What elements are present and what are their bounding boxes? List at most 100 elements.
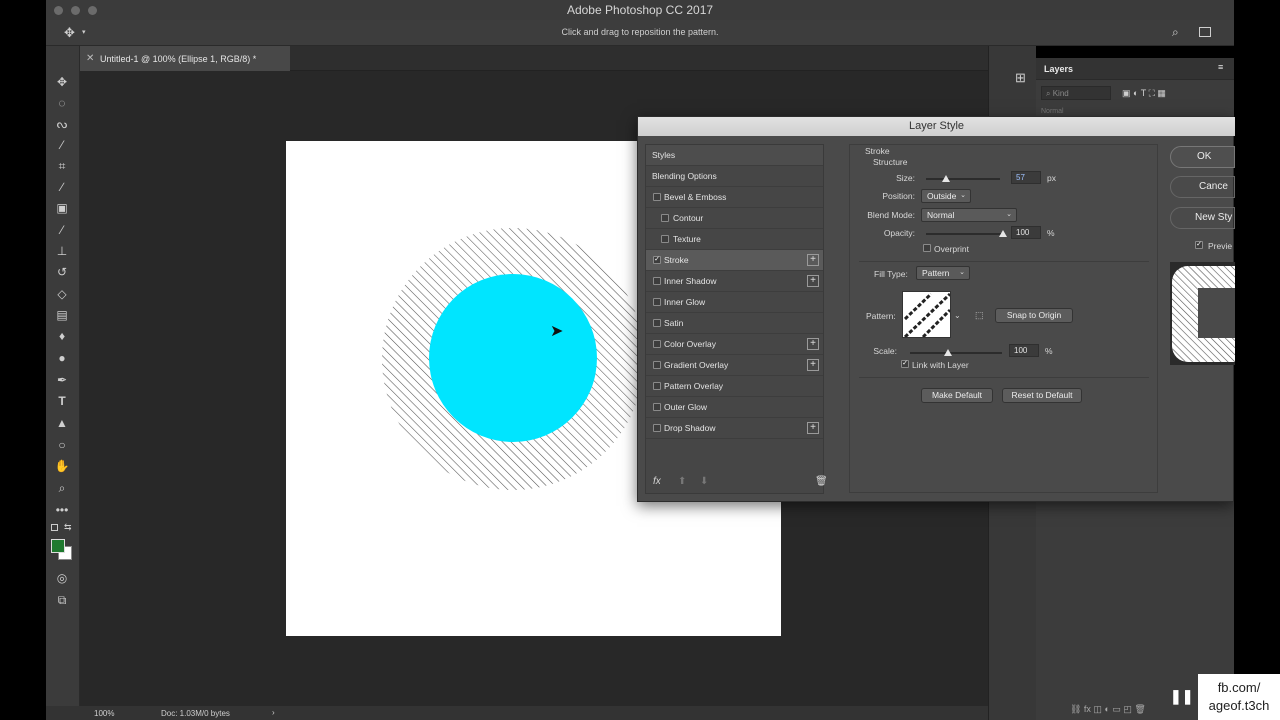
style-item-pattern-overlay[interactable]: Pattern Overlay — [646, 376, 823, 397]
fill-type-dropdown[interactable]: Pattern ⌄ — [916, 266, 970, 280]
history-brush-tool-icon[interactable]: ↺ — [53, 264, 71, 280]
style-item-gradient-overlay[interactable]: Gradient Overlay + — [646, 355, 823, 376]
pattern-swatch[interactable] — [902, 291, 951, 338]
add-color-overlay-icon[interactable]: + — [807, 338, 819, 350]
add-inner-shadow-icon[interactable]: + — [807, 275, 819, 287]
close-icon[interactable]: ✕ — [86, 53, 94, 64]
blend-mode-dropdown[interactable]: Normal ⌄ — [921, 208, 1017, 222]
style-item-contour[interactable]: Contour — [646, 208, 823, 229]
panel-menu-icon[interactable]: ≡ — [1218, 62, 1223, 72]
layer-footer-icons[interactable]: ⛓ fx ◫ ◐ ▭ ◰ 🗑 — [1070, 704, 1146, 715]
swap-colors-icon[interactable]: ⇆ — [64, 522, 72, 533]
ellipse-tool-icon[interactable]: ○ — [53, 437, 71, 453]
checkbox[interactable] — [653, 298, 661, 306]
opacity-slider[interactable] — [926, 233, 1002, 235]
type-tool-icon[interactable]: T — [53, 393, 71, 409]
properties-panel-icon[interactable]: ⊞ — [1015, 70, 1026, 86]
foreground-color-swatch[interactable] — [51, 539, 65, 553]
style-item-inner-shadow[interactable]: Inner Shadow + — [646, 271, 823, 292]
trash-icon[interactable]: 🗑 — [815, 476, 828, 487]
checkbox[interactable] — [653, 277, 661, 285]
fx-button[interactable]: fx — [653, 476, 661, 487]
position-dropdown[interactable]: Outside ⌄ — [921, 189, 971, 203]
marquee-tool-icon[interactable]: ◌ — [53, 95, 71, 111]
size-slider-thumb[interactable] — [942, 175, 950, 182]
move-tool-icon[interactable]: ✥ — [53, 74, 71, 90]
scale-slider[interactable] — [910, 352, 1002, 354]
gradient-tool-icon[interactable]: ▤ — [53, 307, 71, 323]
checkbox[interactable] — [653, 319, 661, 327]
workspace-icon[interactable] — [1199, 27, 1211, 37]
screen-mode-icon[interactable]: ⧉ — [53, 592, 71, 608]
dodge-tool-icon[interactable]: ● — [53, 350, 71, 366]
eraser-tool-icon[interactable]: ◇ — [53, 286, 71, 302]
lasso-tool-icon[interactable]: ᔓ — [53, 116, 71, 132]
style-item-drop-shadow[interactable]: Drop Shadow + — [646, 418, 823, 439]
checkbox[interactable] — [661, 235, 669, 243]
hand-tool-icon[interactable]: ✋ — [53, 458, 71, 474]
reset-to-default-button[interactable]: Reset to Default — [1002, 388, 1082, 403]
pen-tool-icon[interactable]: ✒ — [53, 372, 71, 388]
layers-panel-title[interactable]: Layers — [1044, 64, 1073, 74]
move-down-icon[interactable]: ⬇ — [700, 476, 708, 487]
style-item-color-overlay[interactable]: Color Overlay + — [646, 334, 823, 355]
move-up-icon[interactable]: ⬆ — [678, 476, 686, 487]
styles-header[interactable]: Styles — [646, 145, 823, 166]
opacity-slider-thumb[interactable] — [999, 230, 1007, 237]
clone-stamp-tool-icon[interactable]: ⊥ — [53, 243, 71, 259]
layer-filter-kind[interactable]: ⌕ Kind — [1041, 86, 1111, 100]
more-tools-icon[interactable]: ••• — [53, 502, 71, 518]
quick-mask-icon[interactable]: ◎ — [53, 570, 71, 586]
crop-tool-icon[interactable]: ⌗ — [53, 158, 71, 174]
scale-slider-thumb[interactable] — [944, 349, 952, 356]
size-input[interactable]: 57 — [1011, 171, 1041, 184]
magic-wand-tool-icon[interactable]: ⁄ — [53, 137, 71, 153]
zoom-level[interactable]: 100% — [94, 709, 114, 718]
preview-checkbox[interactable]: ✓ — [1195, 241, 1203, 249]
make-default-button[interactable]: Make Default — [921, 388, 993, 403]
style-item-outer-glow[interactable]: Outer Glow — [646, 397, 823, 418]
scale-input[interactable]: 100 — [1009, 344, 1039, 357]
opacity-input[interactable]: 100 — [1011, 226, 1041, 239]
checkbox[interactable] — [653, 193, 661, 201]
structure-label: Structure — [873, 157, 908, 167]
zoom-tool-icon[interactable]: ⌕ — [53, 480, 71, 496]
style-item-texture[interactable]: Texture — [646, 229, 823, 250]
new-style-button[interactable]: New Sty — [1170, 207, 1235, 229]
cancel-button[interactable]: Cance — [1170, 176, 1235, 198]
snap-to-origin-button[interactable]: Snap to Origin — [995, 308, 1073, 323]
add-stroke-icon[interactable]: + — [807, 254, 819, 266]
checkbox[interactable] — [661, 214, 669, 222]
checkbox[interactable] — [653, 361, 661, 369]
size-slider[interactable] — [926, 178, 1000, 180]
pause-icon[interactable]: ❚❚ — [1170, 688, 1193, 706]
style-item-inner-glow[interactable]: Inner Glow — [646, 292, 823, 313]
search-icon[interactable]: ⌕ — [1172, 25, 1179, 40]
pattern-picker-chevron-icon[interactable]: ⌄ — [954, 311, 961, 320]
healing-brush-tool-icon[interactable]: ▣ — [53, 200, 71, 216]
add-drop-shadow-icon[interactable]: + — [807, 422, 819, 434]
default-colors-icon[interactable] — [51, 524, 58, 531]
status-menu-chevron-icon[interactable]: › — [272, 708, 275, 717]
window-title: Adobe Photoshop CC 2017 — [566, 3, 714, 17]
style-item-stroke[interactable]: ✓ Stroke + — [646, 250, 823, 271]
style-item-bevel-emboss[interactable]: Bevel & Emboss — [646, 187, 823, 208]
filter-pixel-icon[interactable]: ▣ ◐ T ⛶ ▦ — [1122, 88, 1166, 99]
blur-tool-icon[interactable]: ♦ — [53, 328, 71, 344]
brush-tool-icon[interactable]: ⁄ — [53, 222, 71, 238]
blending-options-item[interactable]: Blending Options — [646, 166, 823, 187]
checkbox[interactable] — [653, 382, 661, 390]
link-with-layer-checkbox[interactable]: ✓ — [901, 360, 909, 368]
checkbox[interactable] — [653, 340, 661, 348]
eyedropper-tool-icon[interactable]: ∕ — [53, 179, 71, 195]
style-item-satin[interactable]: Satin — [646, 313, 823, 334]
checkbox-checked[interactable]: ✓ — [653, 256, 661, 264]
checkbox[interactable] — [653, 424, 661, 432]
new-preset-icon[interactable]: ⬚ — [975, 310, 984, 321]
path-selection-tool-icon[interactable]: ▲ — [53, 415, 71, 431]
checkbox[interactable] — [653, 403, 661, 411]
document-tab[interactable]: ✕ Untitled-1 @ 100% (Ellipse 1, RGB/8) * — [80, 46, 290, 71]
overprint-checkbox[interactable] — [923, 244, 931, 252]
ok-button[interactable]: OK — [1170, 146, 1235, 168]
add-gradient-overlay-icon[interactable]: + — [807, 359, 819, 371]
